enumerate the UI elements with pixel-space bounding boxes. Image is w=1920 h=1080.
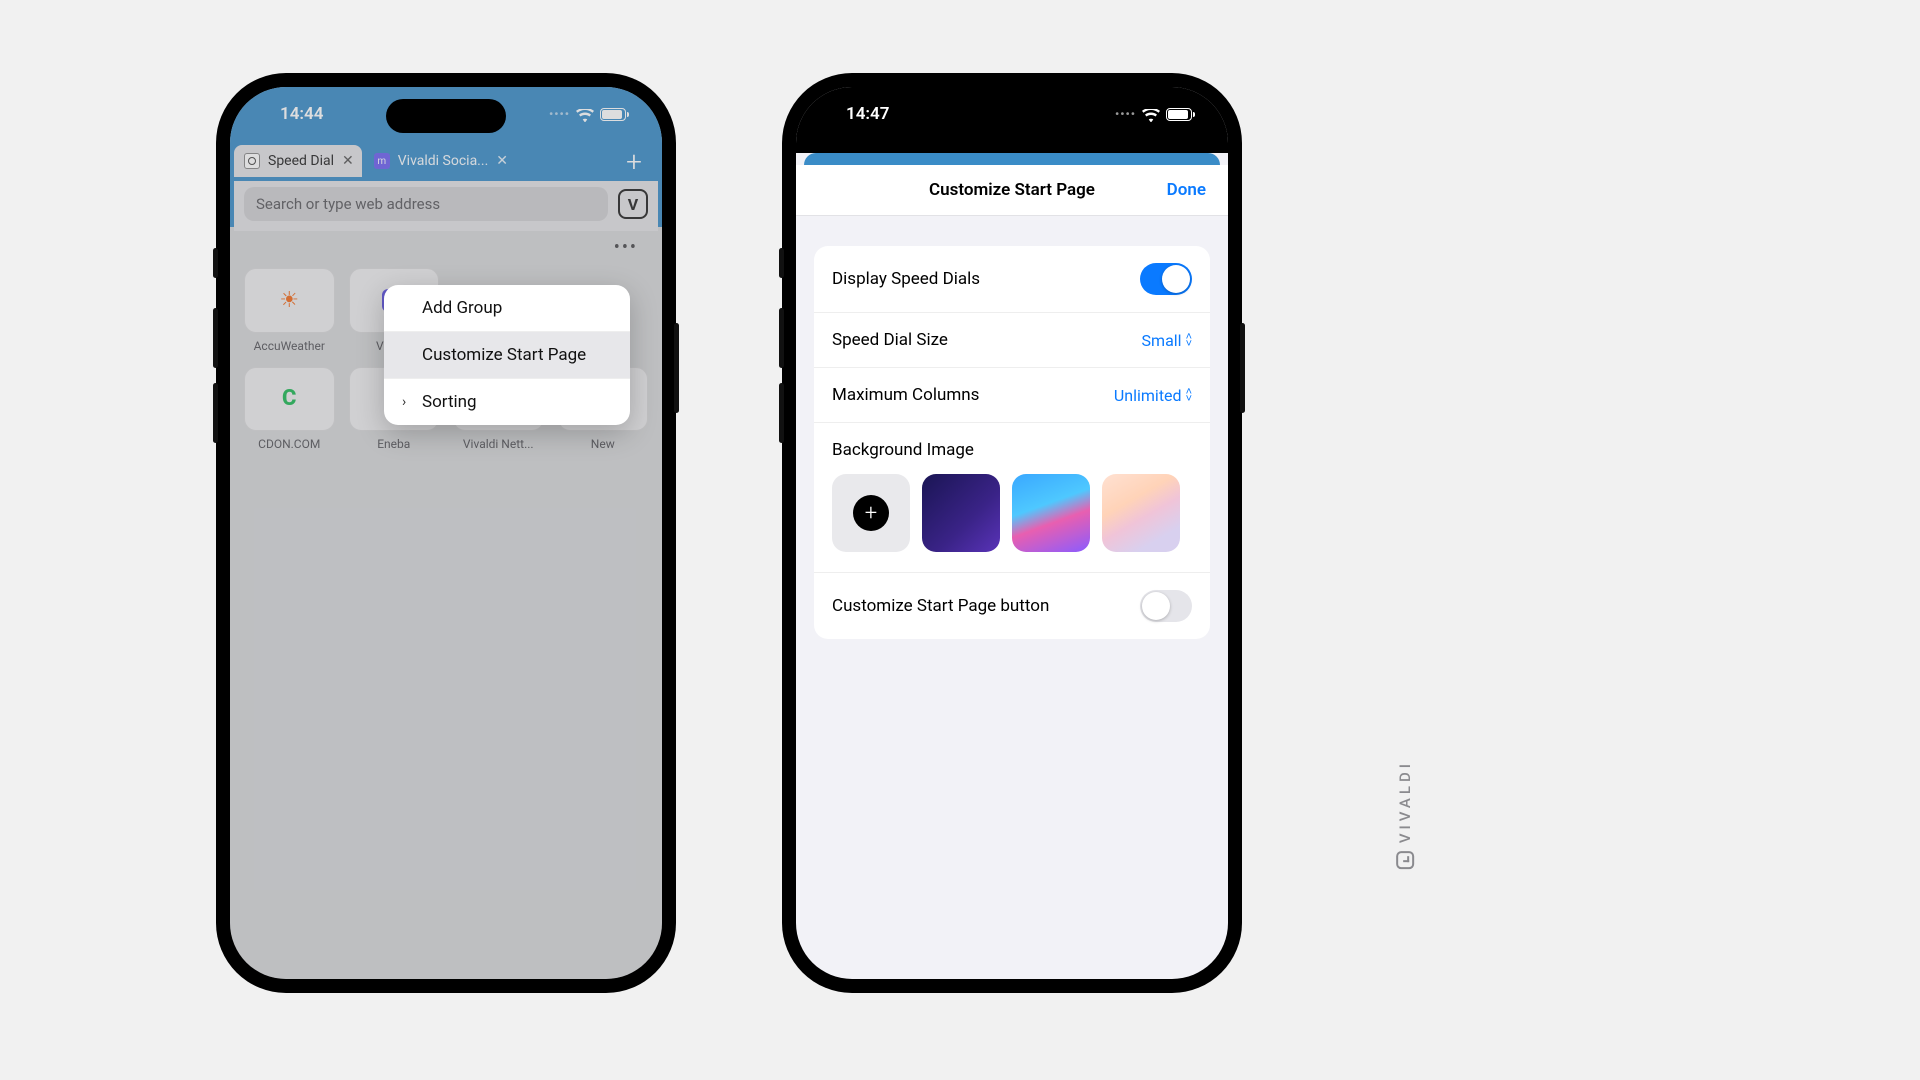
row-display-speed-dials: Display Speed Dials bbox=[814, 246, 1210, 312]
phone-mockup-right: 14:47 •••• Customize Start Page Done bbox=[782, 73, 1242, 993]
vivaldi-watermark: VIVALDI bbox=[1396, 760, 1414, 869]
notch bbox=[952, 99, 1072, 133]
setting-label: Background Image bbox=[832, 440, 1192, 460]
bg-add-button[interactable]: + bbox=[832, 474, 910, 552]
menu-add-group[interactable]: Add Group bbox=[384, 285, 630, 331]
setting-label: Speed Dial Size bbox=[832, 330, 948, 350]
row-speed-dial-size[interactable]: Speed Dial Size Small ˄˅ bbox=[814, 312, 1210, 367]
phone-mockup-left: 14:44 •••• Speed Dial ✕ m Vivaldi bbox=[216, 73, 676, 993]
vivaldi-logo-icon bbox=[1396, 851, 1414, 869]
setting-value: Small bbox=[1142, 331, 1182, 350]
row-maximum-columns[interactable]: Maximum Columns Unlimited ˄˅ bbox=[814, 367, 1210, 422]
menu-label: Customize Start Page bbox=[422, 345, 586, 365]
wifi-icon bbox=[1142, 107, 1160, 121]
plus-icon: + bbox=[853, 495, 889, 531]
menu-label: Add Group bbox=[422, 298, 502, 318]
sheet-title: Customize Start Page bbox=[796, 180, 1228, 200]
notch bbox=[386, 99, 506, 133]
toggle-display-speed-dials[interactable] bbox=[1140, 263, 1192, 295]
setting-value: Unlimited bbox=[1114, 386, 1182, 405]
row-customize-button: Customize Start Page button bbox=[814, 572, 1210, 639]
bg-thumb-gradient[interactable] bbox=[1012, 474, 1090, 552]
setting-label: Customize Start Page button bbox=[832, 596, 1049, 616]
row-background-image: Background Image + bbox=[814, 422, 1210, 572]
setting-label: Maximum Columns bbox=[832, 385, 979, 405]
bg-thumb-purple[interactable] bbox=[922, 474, 1000, 552]
cellular-icon: •••• bbox=[1115, 107, 1136, 121]
context-menu: Add Group Customize Start Page › Sorting bbox=[384, 285, 630, 425]
status-time: 14:47 bbox=[846, 104, 889, 124]
settings-card: Display Speed Dials Speed Dial Size Smal… bbox=[814, 246, 1210, 639]
battery-icon bbox=[1166, 108, 1192, 121]
menu-sorting[interactable]: › Sorting bbox=[384, 378, 630, 425]
menu-customize-start-page[interactable]: Customize Start Page bbox=[384, 331, 630, 378]
dim-overlay[interactable] bbox=[230, 87, 662, 979]
bg-thumb-pastel[interactable] bbox=[1102, 474, 1180, 552]
setting-label: Display Speed Dials bbox=[832, 269, 980, 289]
chevron-right-icon: › bbox=[402, 394, 412, 410]
sheet-header: Customize Start Page Done bbox=[796, 165, 1228, 216]
toggle-customize-button[interactable] bbox=[1140, 590, 1192, 622]
updown-icon: ˄˅ bbox=[1186, 333, 1192, 347]
menu-label: Sorting bbox=[422, 392, 477, 412]
updown-icon: ˄˅ bbox=[1186, 388, 1192, 402]
done-button[interactable]: Done bbox=[1167, 180, 1228, 200]
